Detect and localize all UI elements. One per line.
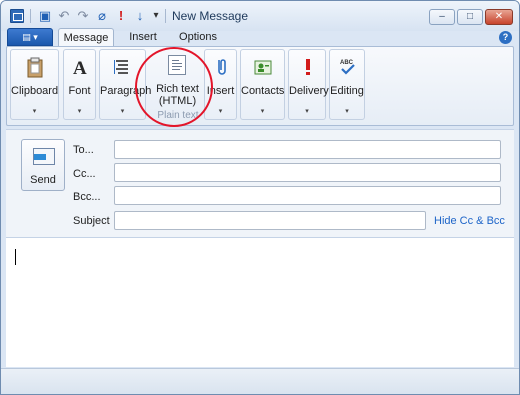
chevron-down-icon: ▾ — [305, 108, 309, 115]
chevron-down-icon: ▾ — [77, 108, 82, 115]
clipboard-icon — [27, 57, 43, 78]
annotation-circle — [135, 47, 213, 127]
tab-options[interactable]: Options — [172, 28, 224, 47]
bcc-field[interactable] — [114, 186, 501, 205]
undo-icon[interactable]: ↶ — [56, 8, 72, 24]
file-menu-button[interactable]: ▤ ▾ — [7, 28, 53, 46]
status-bar — [1, 368, 519, 394]
clipboard-button[interactable]: Clipboard ▾ — [10, 49, 59, 120]
text-cursor — [15, 249, 16, 265]
help-icon[interactable]: ? — [499, 31, 512, 44]
to-field[interactable] — [114, 140, 501, 159]
toolbar-separator — [30, 9, 31, 23]
contacts-label: Contacts — [241, 85, 285, 97]
chevron-down-icon: ▾ — [120, 108, 125, 115]
customize-toolbar-icon[interactable]: ▾ — [148, 8, 164, 24]
chevron-down-icon: ▾ — [260, 108, 265, 115]
chevron-down-icon: ▾ — [218, 108, 223, 115]
spell-check-icon: ABC — [340, 60, 355, 75]
redo-icon[interactable]: ↷ — [75, 8, 91, 24]
bcc-button[interactable]: Bcc... — [73, 191, 101, 203]
paragraph-icon — [114, 60, 128, 74]
cc-field[interactable] — [114, 163, 501, 182]
editing-button[interactable]: ABC Editing ▾ — [329, 49, 365, 120]
compose-header: Send To... Cc... Bcc... Subject Hide Cc … — [6, 129, 514, 237]
message-body-editor[interactable] — [6, 237, 514, 367]
editing-label: Editing — [330, 85, 364, 97]
font-label: Font — [68, 85, 91, 97]
svg-text:A: A — [73, 58, 87, 78]
low-priority-icon[interactable]: ↓ — [132, 8, 148, 24]
paperclip-icon — [218, 59, 226, 75]
exclamation-icon — [306, 59, 310, 75]
font-icon: A — [73, 58, 87, 78]
hide-cc-bcc-link[interactable]: Hide Cc & Bcc — [434, 215, 505, 227]
delivery-label: Delivery — [289, 85, 329, 97]
cc-button[interactable]: Cc... — [73, 168, 96, 180]
contacts-button[interactable]: Contacts ▾ — [240, 49, 285, 120]
minimize-button[interactable]: – — [429, 9, 455, 25]
window-title: New Message — [172, 9, 249, 23]
send-button[interactable]: Send — [21, 139, 65, 191]
close-button[interactable]: ✕ — [485, 9, 513, 25]
attach-icon[interactable]: ⌀ — [94, 8, 110, 24]
send-icon — [33, 148, 55, 165]
subject-field[interactable] — [114, 211, 426, 230]
to-button[interactable]: To... — [73, 144, 94, 156]
chevron-down-icon: ▾ — [345, 108, 349, 115]
delivery-button[interactable]: Delivery ▾ — [288, 49, 329, 120]
subject-label: Subject — [73, 215, 110, 227]
ribbon: Clipboard ▾ A Font ▾ Paragraph ▾ Rich te… — [6, 46, 514, 126]
title-bar: ▣ ↶ ↷ ⌀ ! ↓ ▾ New Message – □ ✕ — [1, 1, 519, 31]
contacts-icon — [254, 60, 272, 75]
ribbon-tabs: ▤ ▾ Message Insert Options ? — [1, 28, 519, 47]
chevron-down-icon: ▾ — [32, 108, 37, 115]
svg-text:ABC: ABC — [340, 60, 354, 66]
app-menu-icon[interactable] — [10, 9, 24, 23]
tab-insert[interactable]: Insert — [121, 28, 165, 47]
clipboard-label: Clipboard — [11, 85, 59, 97]
font-button[interactable]: A Font ▾ — [63, 49, 96, 120]
tab-message[interactable]: Message — [58, 28, 114, 47]
mail-compose-window: ▣ ↶ ↷ ⌀ ! ↓ ▾ New Message – □ ✕ ▤ ▾ Mess… — [0, 0, 520, 395]
high-priority-icon[interactable]: ! — [113, 8, 129, 24]
send-label: Send — [30, 174, 56, 186]
toolbar-separator — [165, 9, 166, 23]
save-icon[interactable]: ▣ — [37, 8, 53, 24]
maximize-button[interactable]: □ — [457, 9, 483, 25]
